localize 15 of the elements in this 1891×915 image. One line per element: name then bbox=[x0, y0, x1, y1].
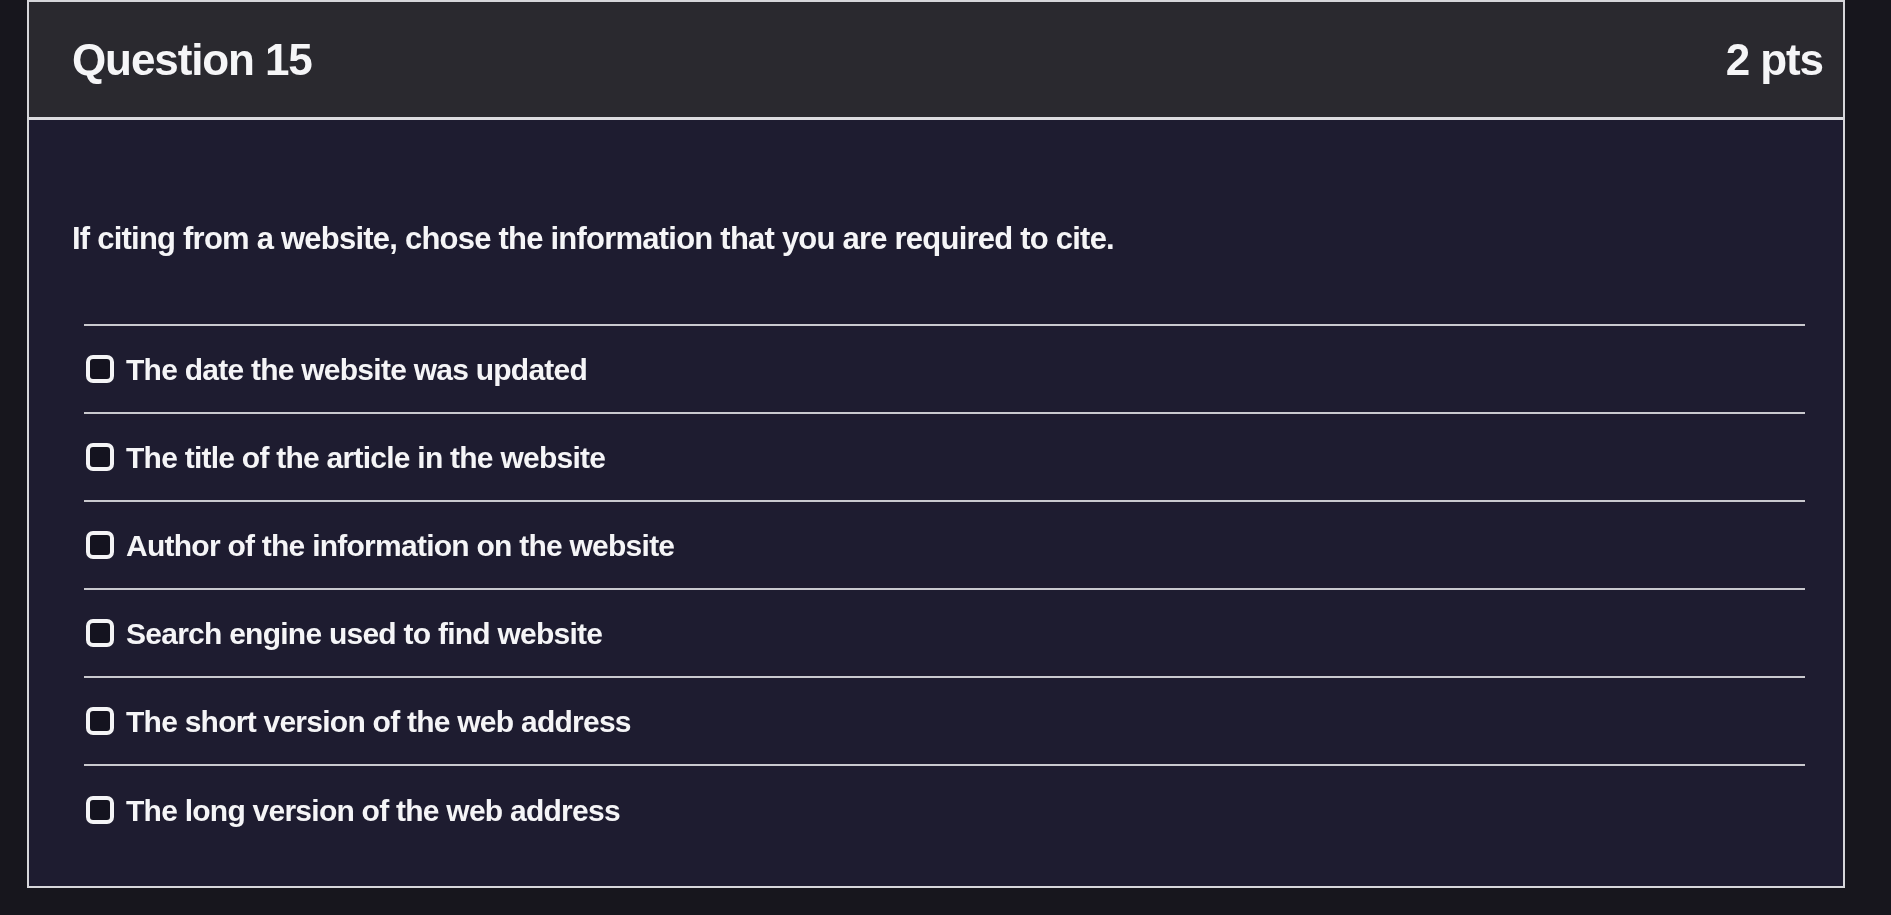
checkbox[interactable] bbox=[86, 707, 114, 735]
answer-option-text: The title of the article in the website bbox=[126, 439, 606, 476]
answer-option-text: The long version of the web address bbox=[126, 792, 620, 829]
answer-option-text: The short version of the web address bbox=[126, 703, 631, 740]
answer-option-text: Search engine used to find website bbox=[126, 615, 603, 652]
checkbox[interactable] bbox=[86, 531, 114, 559]
checkbox[interactable] bbox=[86, 619, 114, 647]
answer-option-text: Author of the information on the website bbox=[126, 527, 675, 564]
question-title: Question 15 bbox=[72, 33, 312, 86]
question-points: 2 pts bbox=[1725, 33, 1823, 86]
checkbox[interactable] bbox=[86, 355, 114, 383]
question-prompt: If citing from a website, chose the information that you are required to cite. bbox=[72, 220, 1115, 258]
checkbox[interactable] bbox=[86, 796, 114, 824]
checkbox[interactable] bbox=[86, 443, 114, 471]
answer-option-text: The date the website was updated bbox=[126, 351, 588, 388]
